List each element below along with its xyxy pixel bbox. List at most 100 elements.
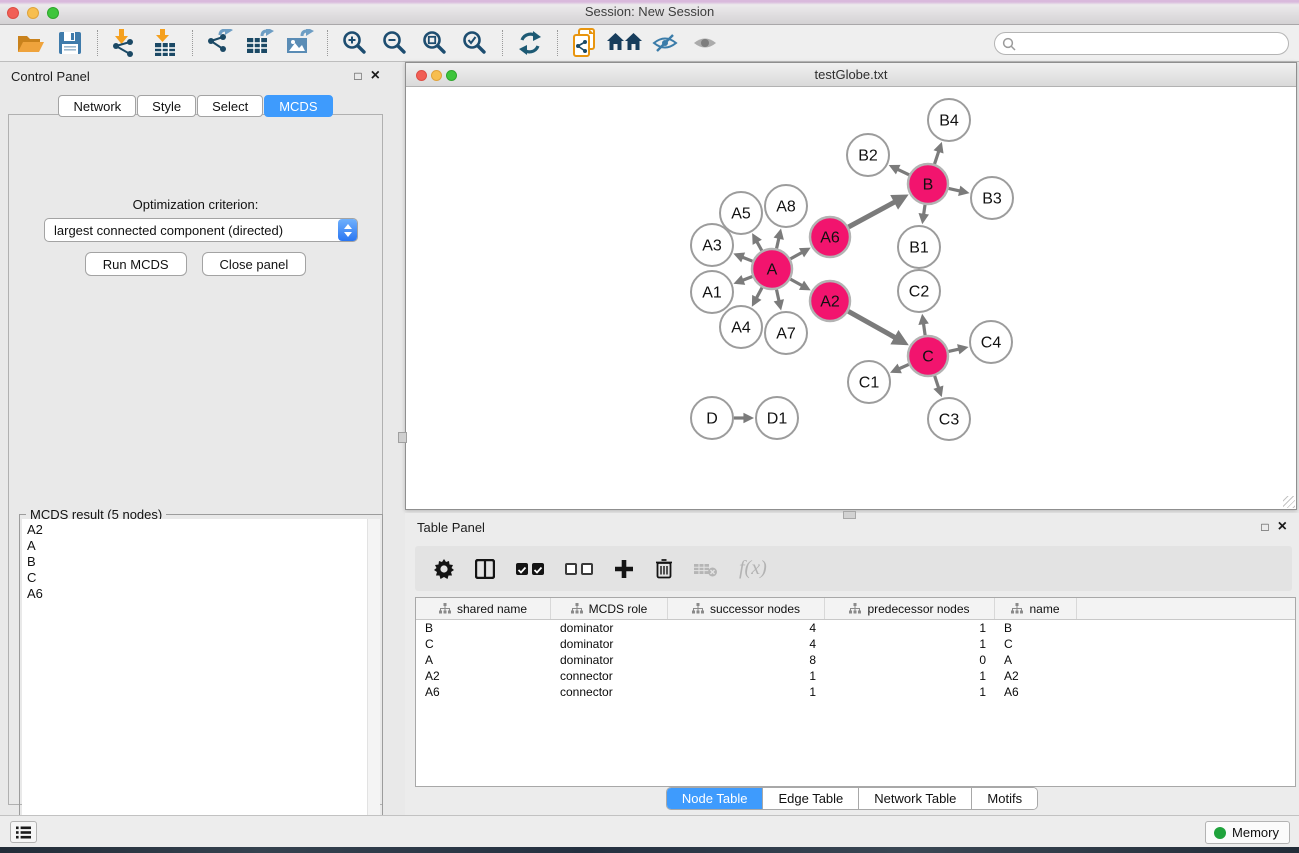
task-history-button[interactable] [10, 821, 37, 843]
graph-node-C[interactable]: C [908, 336, 948, 376]
graph-node-A[interactable]: A [752, 249, 792, 289]
search-field[interactable] [994, 32, 1289, 55]
float-table-panel-icon[interactable]: □ [1261, 521, 1268, 533]
table-row[interactable]: Cdominator41C [416, 636, 1295, 652]
result-item[interactable]: C [22, 570, 380, 586]
open-file-button[interactable] [10, 27, 50, 59]
graph-node-A8[interactable]: A8 [765, 185, 807, 227]
graph-edge-B-B3[interactable] [949, 186, 970, 196]
column-header-name[interactable]: name [995, 598, 1077, 619]
graph-node-B[interactable]: B [908, 164, 948, 204]
graph-node-A4[interactable]: A4 [720, 306, 762, 348]
graph-edge-C-C4[interactable] [948, 344, 968, 354]
graph-edge-D-D1[interactable] [734, 413, 754, 424]
tab-network-table[interactable]: Network Table [859, 788, 972, 809]
select-all-columns-button[interactable] [516, 563, 544, 575]
graph-node-C1[interactable]: C1 [848, 361, 890, 403]
graph-edge-A-A2[interactable] [790, 279, 810, 290]
close-table-panel-icon[interactable]: × [1278, 519, 1287, 535]
tab-network[interactable]: Network [58, 95, 136, 117]
close-panel-button[interactable]: Close panel [202, 252, 307, 276]
zoom-in-button[interactable] [335, 27, 375, 59]
save-session-button[interactable] [50, 27, 90, 59]
zoom-out-button[interactable] [375, 27, 415, 59]
graph-node-B3[interactable]: B3 [971, 177, 1013, 219]
graph-edge-A-A4[interactable] [752, 288, 762, 307]
graph-edge-C-C1[interactable] [890, 364, 909, 374]
graph-edge-A-A5[interactable] [752, 233, 762, 251]
import-network-button[interactable] [105, 27, 145, 59]
apply-layout-button[interactable] [605, 27, 645, 59]
zoom-selected-button[interactable] [455, 27, 495, 59]
delete-column-button[interactable] [655, 558, 673, 579]
graph-node-B4[interactable]: B4 [928, 99, 970, 141]
graph-edge-C-C3[interactable] [933, 376, 943, 397]
graph-node-A1[interactable]: A1 [691, 271, 733, 313]
graph-node-B2[interactable]: B2 [847, 134, 889, 176]
vertical-splitter-handle[interactable] [843, 511, 856, 519]
column-header-successor-nodes[interactable]: successor nodes [668, 598, 825, 619]
graph-edge-A-A6[interactable] [790, 248, 810, 259]
run-mcds-button[interactable]: Run MCDS [85, 252, 187, 276]
column-header-predecessor-nodes[interactable]: predecessor nodes [825, 598, 995, 619]
graph-edge-A-A1[interactable] [733, 275, 752, 285]
graph-node-B1[interactable]: B1 [898, 226, 940, 268]
table-row[interactable]: Bdominator41B [416, 620, 1295, 636]
graph-edge-A-A8[interactable] [774, 228, 784, 248]
function-builder-button[interactable]: f(x) [739, 557, 767, 580]
tab-motifs[interactable]: Motifs [972, 788, 1037, 809]
horizontal-splitter-handle[interactable] [398, 432, 407, 443]
resize-grip-icon[interactable] [1283, 496, 1295, 508]
graph-node-D[interactable]: D [691, 397, 733, 439]
export-table-button[interactable] [240, 27, 280, 59]
result-item[interactable]: A [22, 538, 380, 554]
table-options-button[interactable] [434, 559, 454, 579]
create-column-button[interactable] [614, 559, 634, 579]
new-network-from-selection-button[interactable] [565, 27, 605, 59]
graph-edge-C-C2[interactable] [918, 314, 928, 335]
column-header-mcds-role[interactable]: MCDS role [551, 598, 668, 619]
table-row[interactable]: A2connector11A2 [416, 668, 1295, 684]
tab-node-table[interactable]: Node Table [667, 788, 764, 809]
refresh-view-button[interactable] [510, 27, 550, 59]
criterion-select[interactable]: largest connected component (directed) [44, 218, 358, 242]
show-all-button[interactable] [685, 27, 725, 59]
export-network-button[interactable] [200, 27, 240, 59]
float-panel-icon[interactable]: □ [354, 70, 361, 82]
graph-edge-A-A3[interactable] [733, 253, 752, 263]
table-row[interactable]: Adominator80A [416, 652, 1295, 668]
show-columns-button[interactable] [475, 559, 495, 579]
column-header-shared-name[interactable]: shared name [416, 598, 551, 619]
tab-edge-table[interactable]: Edge Table [763, 788, 859, 809]
hide-selected-button[interactable] [645, 27, 685, 59]
result-item[interactable]: B [22, 554, 380, 570]
graph-edge-B-B4[interactable] [934, 142, 944, 164]
graph-node-C4[interactable]: C4 [970, 321, 1012, 363]
graph-edge-B-B1[interactable] [919, 205, 929, 224]
result-scrollbar[interactable] [367, 519, 380, 847]
tab-style[interactable]: Style [137, 95, 196, 117]
graph-node-C2[interactable]: C2 [898, 270, 940, 312]
result-item[interactable]: A6 [22, 586, 380, 602]
graph-node-A6[interactable]: A6 [810, 217, 850, 257]
graph-edge-A-A7[interactable] [774, 290, 784, 311]
graph-edge-A6-B[interactable] [848, 194, 908, 227]
graph-edge-B-B2[interactable] [889, 165, 909, 175]
unselect-all-columns-button[interactable] [565, 563, 593, 575]
close-panel-icon[interactable]: × [371, 68, 380, 84]
graph-node-C3[interactable]: C3 [928, 398, 970, 440]
network-canvas[interactable]: AA1A2A3A4A5A6A7A8BB1B2B3B4CC1C2C3C4DD1 [406, 87, 1296, 509]
graph-edge-A2-C[interactable] [848, 311, 909, 345]
tab-select[interactable]: Select [197, 95, 263, 117]
result-item[interactable]: A2 [22, 522, 380, 538]
zoom-fit-button[interactable] [415, 27, 455, 59]
graph-node-A2[interactable]: A2 [810, 281, 850, 321]
memory-button[interactable]: Memory [1205, 821, 1290, 844]
graph-node-A7[interactable]: A7 [765, 312, 807, 354]
graph-node-D1[interactable]: D1 [756, 397, 798, 439]
tab-mcds[interactable]: MCDS [264, 95, 332, 117]
export-image-button[interactable] [280, 27, 320, 59]
search-input[interactable] [1020, 34, 1288, 53]
graph-node-A5[interactable]: A5 [720, 192, 762, 234]
delete-table-button[interactable] [694, 561, 718, 577]
